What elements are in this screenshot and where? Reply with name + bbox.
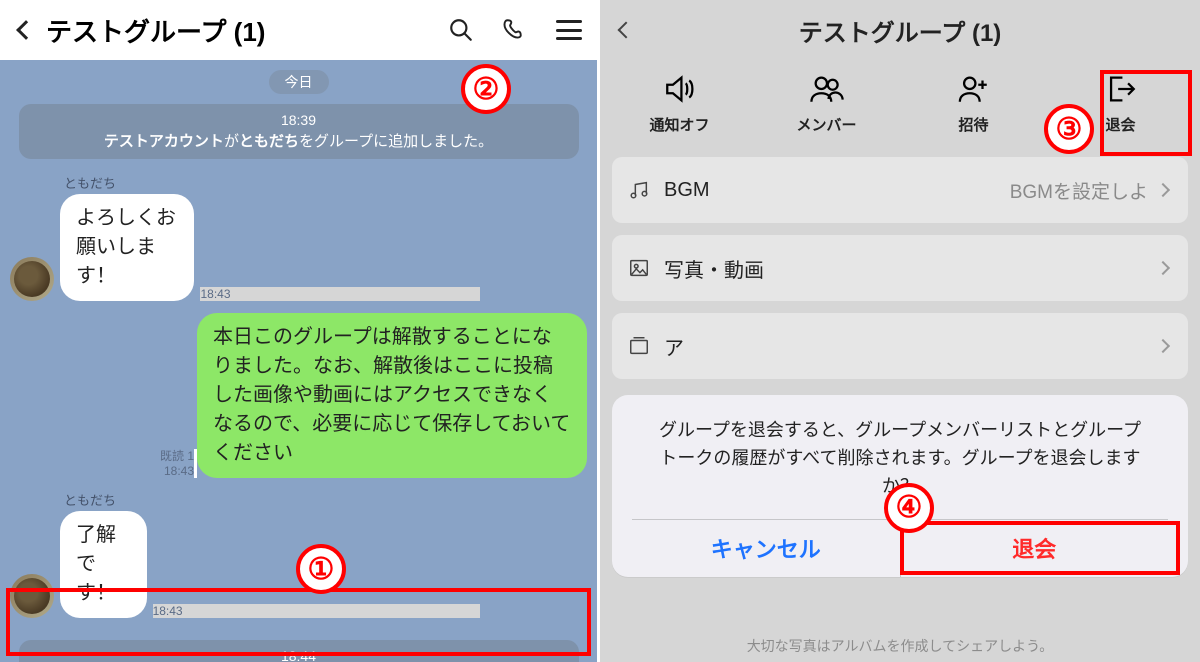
chevron-right-icon: [1154, 259, 1172, 277]
phone-icon: [502, 17, 528, 43]
photos-row[interactable]: 写真・動画: [612, 235, 1188, 301]
chevron-right-icon: [1154, 337, 1172, 355]
incoming-message: ともだち よろしくお願いします！ 18:43: [10, 173, 587, 301]
chat-header: テストグループ (1): [0, 0, 597, 60]
invite-icon: [957, 72, 991, 106]
members-icon: [810, 72, 844, 106]
highlight-leave: [1100, 70, 1192, 156]
call-button[interactable]: [501, 16, 529, 44]
chat-body[interactable]: 今日 18:39 テストアカウントがともだちをグループに追加しました。 ともだち…: [0, 60, 597, 662]
sender-name: ともだち: [60, 490, 480, 509]
music-icon: [628, 179, 650, 201]
settings-section: BGM BGMを設定しよ: [612, 157, 1188, 223]
callout-2: ②: [461, 64, 511, 114]
speaker-icon: [663, 72, 697, 106]
message-meta: 既読 1 18:43: [10, 449, 197, 478]
system-time: 18:39: [31, 112, 567, 128]
leave-confirm-dialog: グループを退会すると、グループメンバーリストとグループトークの履歴がすべて削除さ…: [612, 395, 1188, 577]
album-hint: 大切な写真はアルバムを作成してシェアしよう。: [600, 636, 1200, 656]
chevron-left-icon: [16, 20, 36, 40]
message-bubble[interactable]: よろしくお願いします！: [60, 194, 194, 301]
mute-button[interactable]: 通知オフ: [606, 72, 753, 135]
menu-button[interactable]: [555, 16, 583, 44]
callout-4: ④: [884, 483, 934, 533]
group-settings-screen: テストグループ (1) 通知オフ メンバー 招待 退会 ③ BGM: [600, 0, 1200, 662]
album-row[interactable]: ア: [612, 313, 1188, 379]
album-icon: [628, 335, 650, 357]
outgoing-message: 既読 1 18:43 本日このグループは解散することになりました。なお、解散後は…: [10, 313, 587, 478]
cancel-button[interactable]: キャンセル: [632, 520, 901, 577]
highlight-system-msg: [6, 588, 591, 656]
settings-header: テストグループ (1): [600, 0, 1200, 60]
highlight-confirm: [900, 521, 1180, 575]
chat-title: テストグループ (1): [42, 12, 447, 49]
callout-3: ③: [1044, 104, 1094, 154]
settings-section: 写真・動画: [612, 235, 1188, 301]
sender-name: ともだち: [60, 173, 480, 192]
chevron-right-icon: [1154, 181, 1172, 199]
callout-1: ①: [296, 544, 346, 594]
search-button[interactable]: [447, 16, 475, 44]
chevron-left-icon: [618, 22, 635, 39]
date-separator: 今日: [269, 70, 329, 94]
image-icon: [628, 257, 650, 279]
bgm-value: BGMを設定しよ: [710, 177, 1148, 204]
back-button[interactable]: [610, 24, 642, 36]
back-button[interactable]: [10, 23, 42, 37]
members-button[interactable]: メンバー: [753, 72, 900, 135]
avatar[interactable]: [10, 257, 54, 301]
settings-title: テストグループ (1): [642, 13, 1158, 48]
search-icon: [448, 17, 474, 43]
bgm-row[interactable]: BGM BGMを設定しよ: [612, 157, 1188, 223]
chat-screen: テストグループ (1) ② 今日 18:39 テストアカウントがともだちをグルー…: [0, 0, 600, 662]
menu-icon: [556, 20, 582, 40]
message-time: 18:43: [200, 287, 480, 301]
invite-button[interactable]: 招待: [900, 72, 1047, 135]
settings-section: ア: [612, 313, 1188, 379]
header-actions: [447, 16, 587, 44]
settings-body: BGM BGMを設定しよ 写真・動画 ア: [600, 157, 1200, 379]
message-bubble[interactable]: 本日このグループは解散することになりました。なお、解散後はここに投稿した画像や動…: [197, 313, 587, 478]
